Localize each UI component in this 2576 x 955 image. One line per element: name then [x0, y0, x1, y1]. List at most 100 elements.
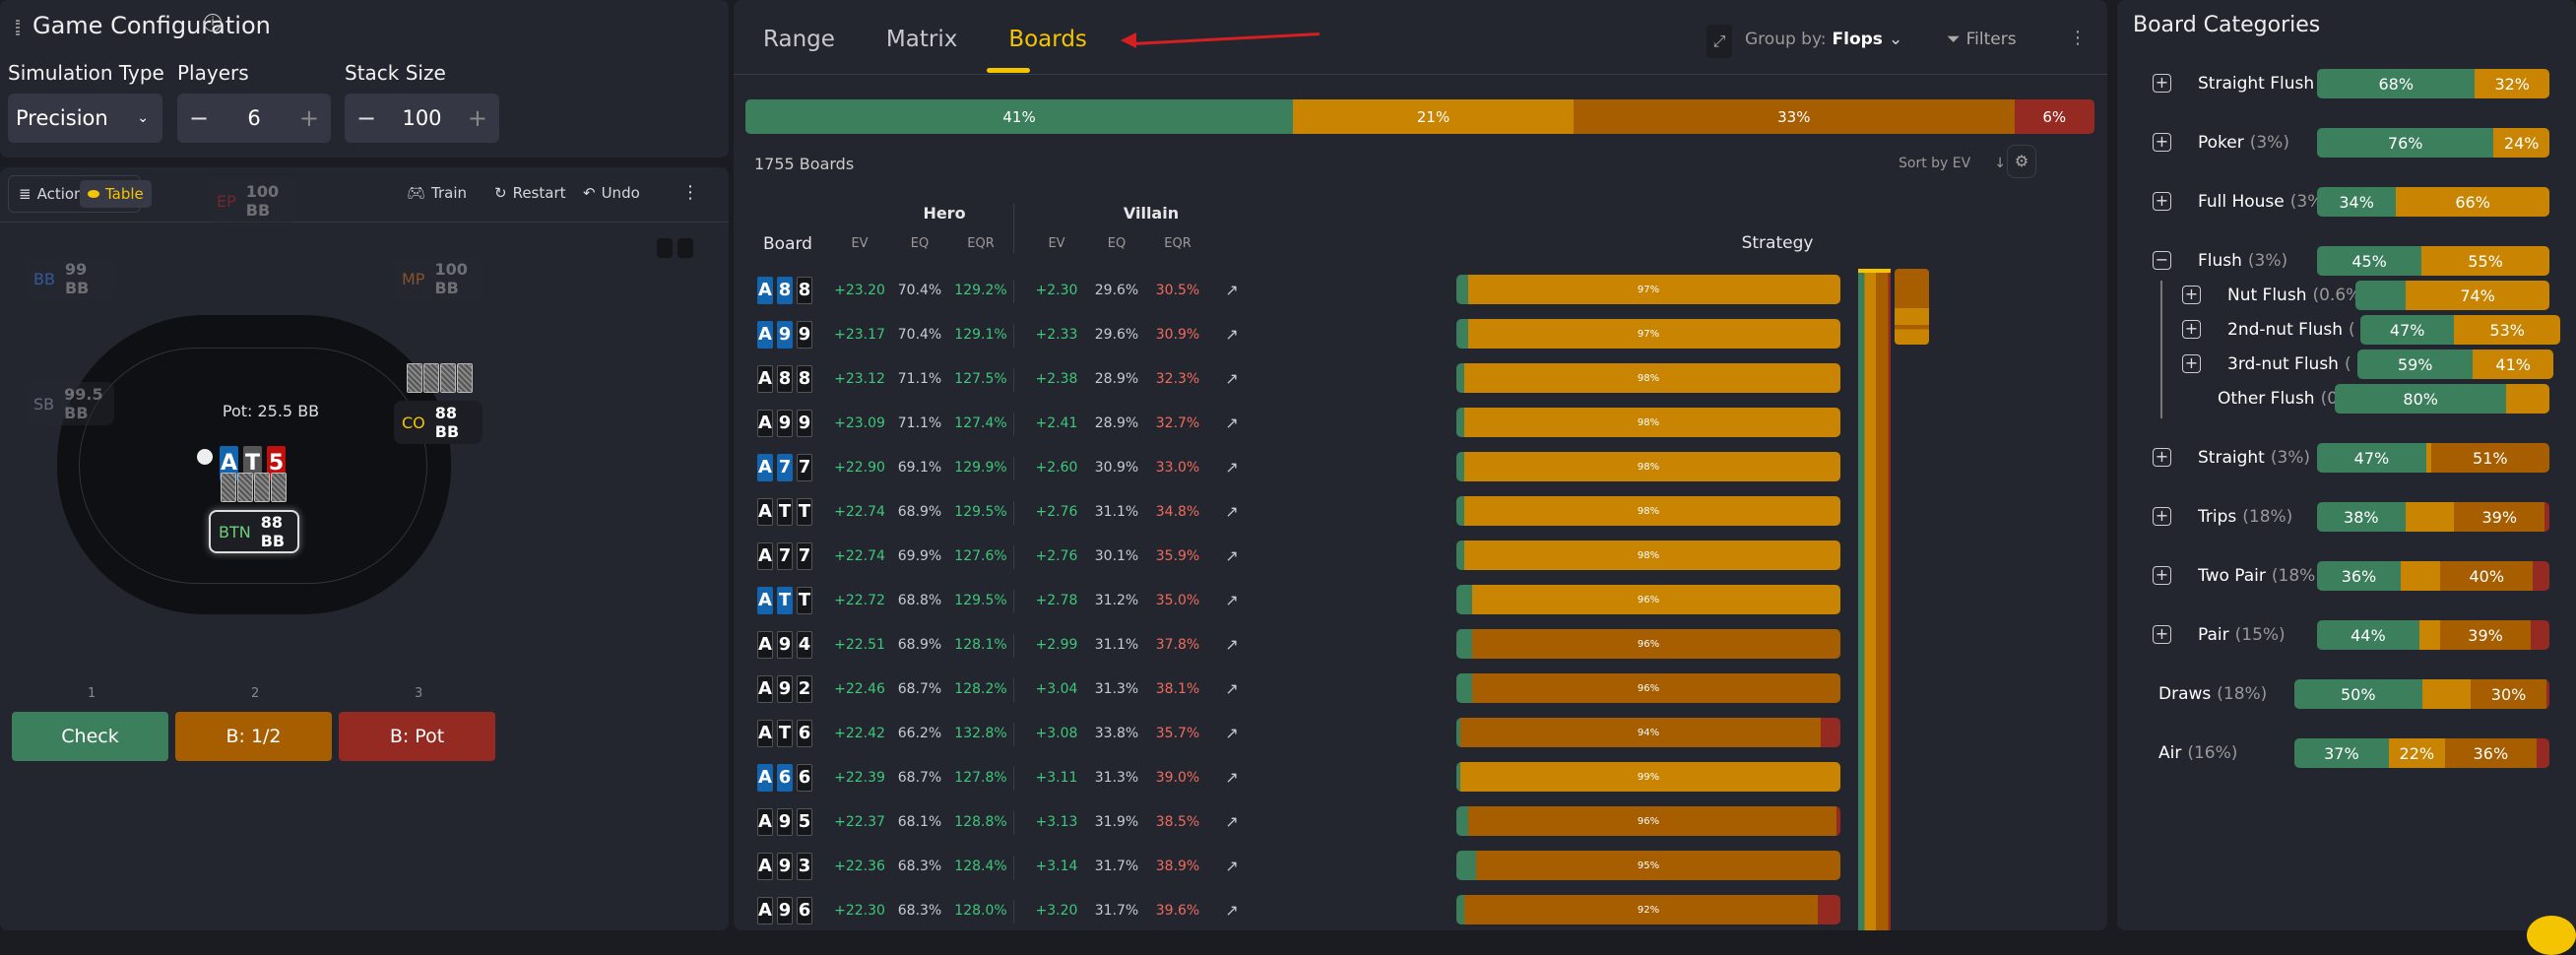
minimap-zoom[interactable] [1895, 269, 1929, 345]
open-external-icon[interactable]: ↗ [1222, 711, 1242, 755]
stack-size-stepper[interactable]: − 100 + [345, 94, 499, 143]
category-name[interactable]: Straight (3%) [2198, 443, 2322, 473]
tab-matrix[interactable]: Matrix [886, 27, 957, 52]
category-name[interactable]: Poker (3%) [2198, 128, 2322, 158]
expand-toggle-icon[interactable]: + [2153, 625, 2171, 644]
decrement-button[interactable]: − [189, 104, 209, 132]
bet-half-button[interactable]: B: 1/2 [175, 712, 332, 761]
expand-toggle-icon[interactable]: + [2153, 133, 2171, 152]
open-external-icon[interactable]: ↗ [1222, 401, 1242, 445]
column-header-ev[interactable]: EV [830, 236, 889, 251]
table-row[interactable]: A T T +22.74 68.9% 129.5% +2.76 31.1% 34.8% ↗ 98% [734, 489, 2107, 534]
table-row[interactable]: A 9 2 +22.46 68.7% 128.2% +3.04 31.3% 38.1% ↗ 96% [734, 667, 2107, 711]
open-external-icon[interactable]: ↗ [1222, 888, 1242, 932]
category-name[interactable]: Draws (18%) [2158, 679, 2294, 709]
category-name[interactable]: Two Pair (18%) [2198, 561, 2322, 591]
column-header-ev[interactable]: EV [1027, 236, 1086, 251]
open-external-icon[interactable]: ↗ [1222, 622, 1242, 667]
category-name[interactable]: Other Flush (0.8%) [2218, 384, 2335, 414]
column-header-eq[interactable]: EQ [890, 236, 949, 251]
settings-icon[interactable]: ⚙ [2007, 145, 2036, 178]
expand-toggle-icon[interactable]: + [2153, 192, 2171, 211]
increment-button[interactable]: + [468, 104, 487, 132]
open-external-icon[interactable]: ↗ [1222, 445, 1242, 489]
info-icon[interactable]: i [204, 14, 222, 32]
expand-toggle-icon[interactable]: + [2153, 507, 2171, 526]
open-external-icon[interactable]: ↗ [1222, 755, 1242, 799]
seat-sb[interactable]: SB 99.5 BB [26, 382, 114, 425]
category-name[interactable]: Straight Flush [2198, 69, 2322, 98]
increment-button[interactable]: + [299, 104, 319, 132]
collapse-seats-button[interactable] [657, 238, 673, 258]
summary-segment: 33% [1573, 99, 2015, 134]
tab-range[interactable]: Range [763, 27, 835, 52]
help-bubble[interactable] [2527, 916, 2576, 955]
category-name[interactable]: Full House(3%) [2198, 187, 2322, 217]
tab-table[interactable]: Table [80, 180, 152, 208]
table-row[interactable]: A 7 7 +22.74 69.9% 127.6% +2.76 30.1% 35.9% ↗ 98% [734, 534, 2107, 578]
restart-button[interactable]: ↻ Restart [494, 184, 566, 202]
table-row[interactable]: A 9 3 +22.36 68.3% 128.4% +3.14 31.7% 38.9% ↗ 95% [734, 844, 2107, 888]
category-name[interactable]: Pair (15%) [2198, 620, 2322, 650]
drag-handle-icon[interactable] [16, 20, 20, 35]
undo-button[interactable]: ↶ Undo [583, 184, 640, 202]
expand-toggle-icon[interactable]: − [2153, 251, 2171, 270]
open-external-icon[interactable]: ↗ [1222, 578, 1242, 622]
table-row[interactable]: A T T +22.72 68.8% 129.5% +2.78 31.2% 35.0% ↗ 96% [734, 578, 2107, 622]
seat-bb[interactable]: BB 99 BB [26, 257, 114, 300]
open-external-icon[interactable]: ↗ [1222, 667, 1242, 711]
more-icon[interactable]: ⋮ [681, 182, 699, 203]
more-icon[interactable]: ⋮ [2069, 28, 2087, 48]
simulation-type-select[interactable]: Precision ⌄ [8, 94, 162, 143]
column-header-eqr[interactable]: EQR [951, 236, 1010, 251]
category-name[interactable]: Air (16%) [2158, 738, 2294, 768]
players-stepper[interactable]: − 6 + [177, 94, 331, 143]
open-external-icon[interactable]: ↗ [1222, 844, 1242, 888]
seat-co[interactable]: CO 88 BB [394, 401, 483, 444]
category-segment: 68% [2317, 69, 2476, 98]
expand-toggle-icon[interactable]: + [2153, 448, 2171, 467]
group-by-dropdown[interactable]: Group by: Flops ⌄ [1745, 30, 1902, 49]
train-button[interactable]: 🎮︎ Train [407, 184, 467, 202]
category-name[interactable]: 3rd-nut Flush( [2227, 350, 2362, 379]
expand-toggle-icon[interactable]: + [2182, 320, 2201, 339]
category-name[interactable]: Trips (18%) [2198, 502, 2322, 532]
bet-pot-button[interactable]: B: Pot [339, 712, 495, 761]
column-header-eq[interactable]: EQ [1087, 236, 1146, 251]
table-row[interactable]: A 6 6 +22.39 68.7% 127.8% +3.11 31.3% 39.0% ↗ 99% [734, 755, 2107, 799]
open-external-icon[interactable]: ↗ [1222, 268, 1242, 312]
layout-button[interactable] [677, 238, 693, 258]
table-row[interactable]: A 7 7 +22.90 69.1% 129.9% +2.60 30.9% 33.0% ↗ 98% [734, 445, 2107, 489]
seat-mp[interactable]: MP 100 BB [394, 257, 483, 300]
seat-btn[interactable]: BTN 88 BB [209, 510, 299, 553]
open-external-icon[interactable]: ↗ [1222, 534, 1242, 578]
strategy-minimap[interactable] [1858, 269, 1891, 930]
sort-by-ev[interactable]: Sort by EV ↓ [1899, 156, 2006, 171]
expand-toggle-icon[interactable]: + [2153, 74, 2171, 93]
category-name[interactable]: 2nd-nut Flush( [2227, 315, 2365, 345]
table-row[interactable]: A 8 8 +23.12 71.1% 127.5% +2.38 28.9% 32.3% ↗ 98% [734, 356, 2107, 401]
expand-toggle-icon[interactable]: + [2153, 566, 2171, 585]
expand-toggle-icon[interactable]: + [2182, 286, 2201, 304]
column-header-eqr[interactable]: EQR [1148, 236, 1207, 251]
check-button[interactable]: Check [12, 712, 168, 761]
decrement-button[interactable]: − [356, 104, 376, 132]
table-row[interactable]: A 9 5 +22.37 68.1% 128.8% +3.13 31.9% 38.5% ↗ 96% [734, 799, 2107, 844]
filters-button[interactable]: ⏷ Filters [1947, 30, 2017, 49]
category-name[interactable]: Nut Flush (0.6%) [2227, 281, 2360, 310]
expand-icon[interactable]: ⤢ [1707, 25, 1732, 58]
open-external-icon[interactable]: ↗ [1222, 489, 1242, 534]
open-external-icon[interactable]: ↗ [1222, 799, 1242, 844]
strategy-label: 96% [1637, 638, 1660, 650]
open-external-icon[interactable]: ↗ [1222, 356, 1242, 401]
table-row[interactable]: A T 6 +22.42 66.2% 132.8% +3.08 33.8% 35.7% ↗ 94% [734, 711, 2107, 755]
table-row[interactable]: A 9 4 +22.51 68.9% 128.1% +2.99 31.1% 37.8% ↗ 96% [734, 622, 2107, 667]
table-row[interactable]: A 9 6 +22.30 68.3% 128.0% +3.20 31.7% 39.6% ↗ 92% [734, 888, 2107, 932]
category-segment: 53% [2454, 315, 2560, 345]
seat-ep[interactable]: EP 100 BB [209, 179, 297, 223]
open-external-icon[interactable]: ↗ [1222, 312, 1242, 356]
table-row[interactable]: A 9 9 +23.09 71.1% 127.4% +2.41 28.9% 32.7% ↗ 98% [734, 401, 2107, 445]
tab-boards[interactable]: Boards [1008, 27, 1087, 52]
expand-toggle-icon[interactable]: + [2182, 354, 2201, 373]
category-name[interactable]: Flush (3%) [2198, 246, 2322, 276]
